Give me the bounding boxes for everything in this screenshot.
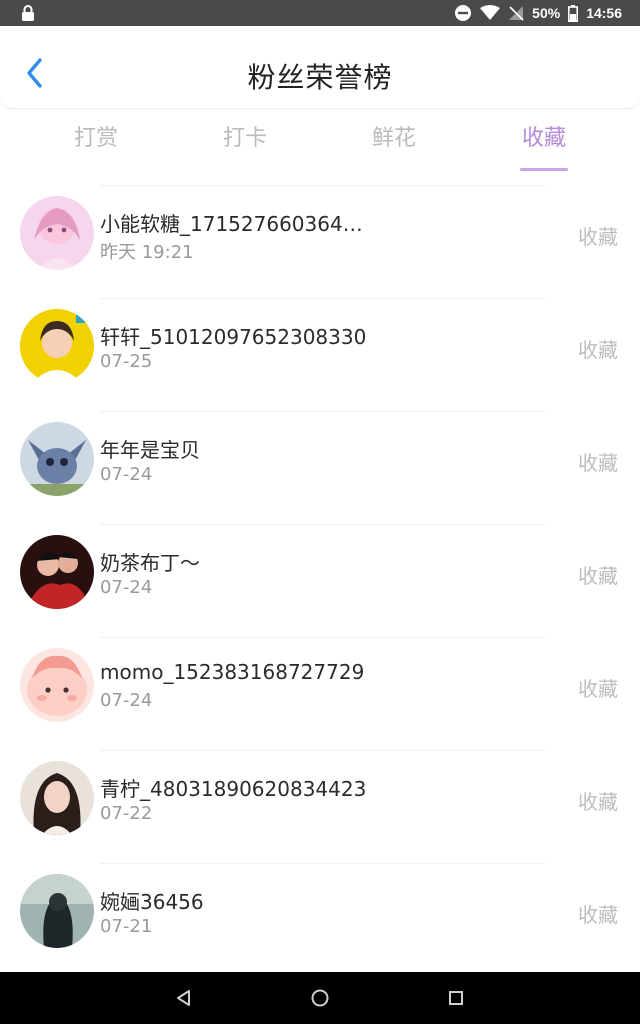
active-tab-indicator (520, 168, 568, 171)
avatar[interactable] (20, 648, 94, 722)
tab-label: 收藏 (521, 126, 566, 151)
favorite-label: 收藏 (578, 451, 618, 475)
tab-label: 鲜花 (371, 126, 416, 151)
no-signal-icon (509, 6, 524, 21)
user-name: 婉婳36456 (100, 890, 204, 914)
favorite-label: 收藏 (578, 790, 618, 814)
timestamp: 07-21 (100, 916, 153, 937)
clock: 14:56 (586, 5, 622, 21)
user-name: 青柠_48031890620834423 (100, 777, 367, 801)
timestamp: 07-24 (100, 690, 153, 711)
tab-flowers[interactable]: 鲜花 (344, 120, 444, 152)
user-name: 奶茶布丁～ (100, 551, 200, 575)
back-triangle-icon[interactable] (174, 988, 194, 1008)
tab-label: 打卡 (222, 126, 267, 151)
list-item[interactable]: 年年是宝贝 07-24 收藏 (0, 409, 640, 522)
user-name: 年年是宝贝 (100, 438, 200, 462)
avatar[interactable] (20, 422, 94, 496)
favorite-label: 收藏 (578, 225, 618, 249)
timestamp: 07-24 (100, 464, 153, 485)
list-item[interactable]: momo_152383168727729 07-24 收藏 (0, 635, 640, 748)
status-bar: 50% 14:56 (0, 0, 640, 26)
avatar[interactable] (20, 309, 94, 383)
tab-favorites[interactable]: 收藏 (494, 120, 594, 171)
page-title: 粉丝荣誉榜 (247, 61, 393, 94)
wifi-icon (480, 5, 501, 20)
battery-percent: 50% (532, 5, 561, 21)
recents-square-icon[interactable] (446, 988, 466, 1008)
favorite-label: 收藏 (578, 564, 618, 588)
tab-reward[interactable]: 打赏 (46, 120, 146, 152)
avatar[interactable] (20, 196, 94, 270)
tab-label: 打赏 (73, 126, 118, 151)
header-bar: 粉丝荣誉榜 (0, 26, 640, 109)
favorite-label: 收藏 (578, 903, 618, 927)
tab-bar: 打赏 打卡 鲜花 收藏 (0, 112, 640, 172)
favorite-label: 收藏 (578, 338, 618, 362)
list-item[interactable]: 小能软糖_1715276603642... 昨天 19:21 收藏 (0, 183, 640, 296)
tab-checkin[interactable]: 打卡 (195, 120, 295, 152)
system-nav-bar (0, 972, 640, 1024)
home-circle-icon[interactable] (310, 988, 330, 1008)
user-name: 轩轩_51012097652308330 (100, 325, 367, 349)
user-name: momo_152383168727729 (100, 660, 365, 684)
avatar[interactable] (20, 535, 94, 609)
do-not-disturb-icon (455, 5, 472, 21)
battery-icon (568, 4, 579, 22)
lock-icon (22, 5, 34, 21)
favorite-label: 收藏 (578, 677, 618, 701)
timestamp: 昨天 19:21 (100, 242, 194, 263)
timestamp: 07-24 (100, 577, 153, 598)
timestamp: 07-22 (100, 803, 153, 824)
timestamp: 07-25 (100, 351, 153, 372)
list-item[interactable]: 婉婳36456 07-21 收藏 (0, 861, 640, 974)
list-item[interactable]: 青柠_48031890620834423 07-22 收藏 (0, 748, 640, 861)
list-item[interactable]: 奶茶布丁～ 07-24 收藏 (0, 522, 640, 635)
avatar[interactable] (20, 874, 94, 948)
list-item[interactable]: 轩轩_51012097652308330 07-25 收藏 (0, 296, 640, 409)
avatar[interactable] (20, 761, 94, 835)
user-name: 小能软糖_1715276603642... (100, 212, 370, 236)
